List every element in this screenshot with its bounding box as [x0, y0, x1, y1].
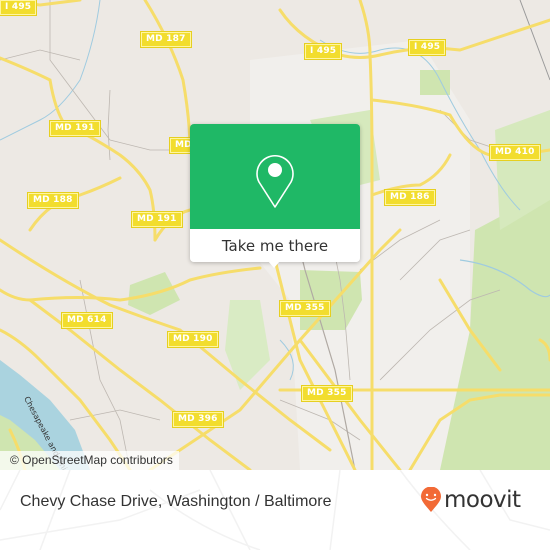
railway: [519, 0, 550, 81]
road-shield: MD 188: [27, 192, 79, 209]
road-shield: MD 396: [172, 411, 224, 428]
road-shield: I 495: [407, 39, 447, 56]
road-shield: MD 190: [167, 331, 219, 348]
road-shield: I 495: [303, 43, 343, 60]
road-shield: MD 410: [489, 144, 541, 161]
road-shield: I 495: [0, 0, 38, 16]
park-area: [225, 300, 270, 390]
road-shield: MD 191: [49, 120, 101, 137]
road-shield: MD 614: [61, 312, 113, 329]
take-me-there-button[interactable]: Take me there: [190, 229, 360, 262]
map-attribution[interactable]: © OpenStreetMap contributors: [0, 451, 179, 470]
popup-header: [190, 124, 360, 229]
location-title: Chevy Chase Drive, Washington / Baltimor…: [20, 493, 332, 510]
popup-pointer: [268, 261, 280, 268]
map-pin-icon: [256, 155, 294, 208]
road-shield: MD 191: [131, 211, 183, 228]
moovit-pin-icon: [421, 487, 441, 512]
road-shield: MD 187: [140, 31, 192, 48]
location-popup: Take me there: [190, 124, 360, 268]
map-view[interactable]: I 495 MD 187 I 495 I 495 MD 191 MD MD 41…: [0, 0, 550, 470]
road-shield: MD 355: [301, 385, 353, 402]
footer: Chevy Chase Drive, Washington / Baltimor…: [0, 470, 550, 550]
moovit-logo[interactable]: moovit: [420, 487, 521, 513]
moovit-wordmark: moovit: [444, 487, 521, 513]
road-shield: MD 355: [279, 300, 331, 317]
road-shield: MD 186: [384, 189, 436, 206]
